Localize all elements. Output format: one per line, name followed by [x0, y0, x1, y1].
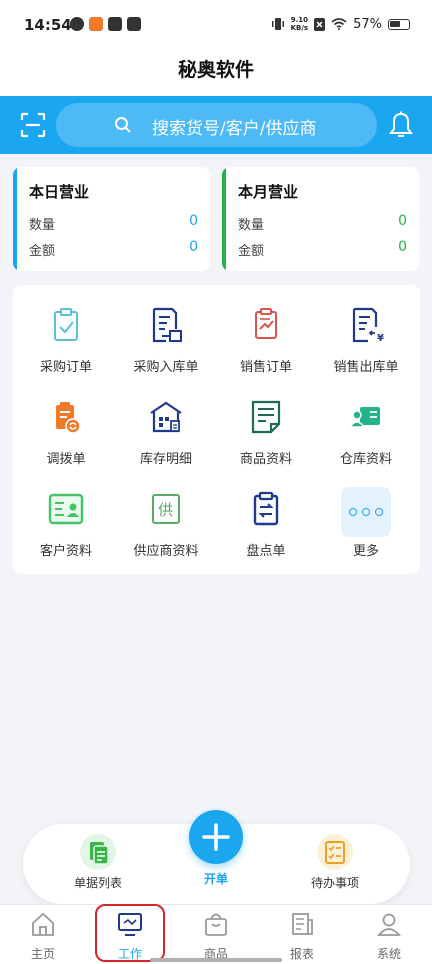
- user-icon: [377, 913, 401, 936]
- page-title: 秘奥软件: [177, 59, 254, 81]
- bottom-nav: 主页 工作 商品 报表 系统: [0, 904, 432, 964]
- battery-percent: 57%: [353, 16, 382, 32]
- month-card-title: 本月营业: [238, 183, 299, 201]
- report-icon: [292, 913, 313, 935]
- today-card-stripe: [13, 167, 17, 271]
- bill-list-icon: [80, 834, 116, 870]
- stocktake-item[interactable]: 盘点单: [216, 489, 316, 579]
- app-notification-icon: [70, 17, 84, 31]
- search-placeholder: 搜索货号/客户/供应商: [152, 119, 317, 139]
- notification-icons: [70, 17, 141, 31]
- net-speed: 9.10 KB/s: [290, 16, 309, 32]
- warehouse-building-icon: [150, 401, 182, 433]
- home-icon: [32, 912, 54, 936]
- supplier-icon: 供: [152, 494, 180, 524]
- function-grid: 采购订单 采购入库单 销售订单 ¥ 销售出库单 调拨单 库存明细 商品资料 仓库…: [13, 285, 420, 574]
- shop-notification-icon: [89, 17, 103, 31]
- bell-icon[interactable]: [387, 110, 415, 140]
- status-right: 9.10 KB/s 57%: [271, 16, 410, 32]
- wifi-icon: [331, 18, 347, 30]
- new-bill-button[interactable]: [189, 810, 243, 864]
- product-info-item[interactable]: 商品资料: [216, 397, 316, 487]
- sales-order-icon: [255, 308, 277, 339]
- customer-card-icon: [48, 493, 84, 525]
- supplier-info-item[interactable]: 供 供应商资料: [116, 489, 216, 579]
- bill-list-button[interactable]: 单据列表: [53, 834, 143, 891]
- clipboard-check-icon: [54, 308, 78, 341]
- month-business-card[interactable]: 本月营业 数量 0 金额 0: [222, 167, 419, 271]
- month-qty-value: 0: [398, 213, 407, 229]
- status-bar: 14:54 9.10 KB/s 57%: [0, 0, 432, 50]
- nav-products[interactable]: 商品: [176, 911, 256, 962]
- month-amount-label: 金额: [238, 244, 265, 259]
- mail-notification-icon: [127, 17, 141, 31]
- today-card-title: 本日营业: [29, 183, 90, 201]
- month-amount-value: 0: [398, 239, 407, 255]
- search-input[interactable]: 搜索货号/客户/供应商: [56, 103, 377, 147]
- product-doc-icon: [251, 400, 281, 434]
- scan-icon[interactable]: [18, 110, 48, 140]
- supplier-glyph: 供: [158, 501, 173, 519]
- nav-system[interactable]: 系统: [349, 911, 429, 962]
- search-icon: [115, 117, 131, 133]
- doc-outbound-icon: ¥: [352, 307, 384, 344]
- title-bar: 秘奥软件: [0, 50, 432, 96]
- sales-order-item[interactable]: 销售订单: [216, 305, 316, 395]
- vibrate-icon: [271, 18, 284, 30]
- purchase-inbound-item[interactable]: 采购入库单: [116, 305, 216, 395]
- today-qty-value: 0: [189, 213, 198, 229]
- month-card-stripe: [222, 167, 226, 271]
- highlight-box: [95, 904, 165, 962]
- today-amount-value: 0: [189, 239, 198, 255]
- app-status-icon: [314, 17, 326, 31]
- transfer-order-item[interactable]: 调拨单: [16, 397, 116, 487]
- more-item[interactable]: 更多: [316, 487, 416, 579]
- search-band: 搜索货号/客户/供应商: [0, 96, 432, 154]
- more-icon: [341, 487, 391, 537]
- status-time: 14:54: [24, 16, 72, 34]
- warehouse-info-item[interactable]: 仓库资料: [316, 397, 416, 487]
- todo-button[interactable]: 待办事项: [290, 834, 380, 891]
- today-qty-label: 数量: [29, 218, 56, 233]
- inventory-count-icon: [253, 491, 279, 526]
- home-indicator: [150, 958, 282, 962]
- stock-detail-item[interactable]: 库存明细: [116, 397, 216, 487]
- sales-outbound-item[interactable]: ¥ 销售出库单: [316, 305, 416, 395]
- customer-info-item[interactable]: 客户资料: [16, 489, 116, 579]
- doc-inbound-icon: [152, 307, 182, 343]
- month-qty-label: 数量: [238, 218, 265, 233]
- plus-icon: [202, 823, 230, 851]
- message-notification-icon: [108, 17, 122, 31]
- today-business-card[interactable]: 本日营业 数量 0 金额 0: [13, 167, 210, 271]
- todo-icon: [317, 834, 353, 870]
- battery-icon: [388, 18, 410, 30]
- purchase-order-item[interactable]: 采购订单: [16, 305, 116, 395]
- nav-home[interactable]: 主页: [3, 911, 83, 962]
- transfer-icon: [56, 402, 81, 434]
- bag-icon: [205, 913, 227, 936]
- nav-reports[interactable]: 报表: [262, 911, 342, 962]
- today-amount-label: 金额: [29, 244, 56, 259]
- new-bill-label: 开单: [203, 872, 228, 886]
- svg-text:¥: ¥: [377, 333, 384, 344]
- warehouse-card-icon: [348, 407, 380, 428]
